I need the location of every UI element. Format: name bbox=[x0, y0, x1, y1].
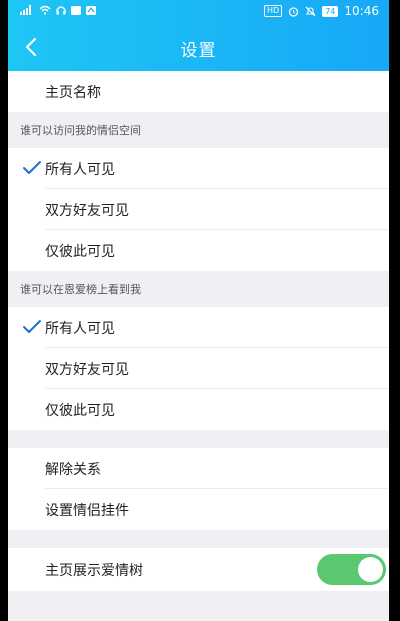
option-label: 双方好友可见 bbox=[45, 202, 129, 219]
page-title: 设置 bbox=[180, 41, 217, 61]
battery-indicator: 74 bbox=[322, 5, 339, 17]
section-gap bbox=[8, 430, 389, 448]
section-gap bbox=[8, 530, 389, 548]
status-left bbox=[20, 5, 96, 15]
headset-icon bbox=[56, 6, 66, 15]
unbind-relationship-row[interactable]: 解除关系 bbox=[8, 448, 389, 489]
ranking-option-mutual-friends[interactable]: 双方好友可见 bbox=[8, 348, 389, 389]
widget-label: 设置情侣挂件 bbox=[45, 502, 129, 519]
ranking-option-only-us[interactable]: 仅彼此可见 bbox=[8, 389, 389, 430]
status-right: HD 74 10:46 bbox=[264, 4, 379, 18]
option-label: 双方好友可见 bbox=[45, 361, 129, 378]
checkmark-icon bbox=[23, 320, 41, 333]
option-label: 仅彼此可见 bbox=[45, 402, 115, 419]
app-notification-icon bbox=[86, 5, 96, 15]
couple-widget-row[interactable]: 设置情侣挂件 bbox=[8, 489, 389, 530]
toggle-knob bbox=[358, 557, 383, 582]
homepage-name-row[interactable]: 主页名称 bbox=[8, 71, 389, 112]
love-tree-label: 主页展示爱情树 bbox=[45, 562, 143, 579]
love-tree-toggle[interactable] bbox=[317, 554, 386, 585]
ranking-option-all[interactable]: 所有人可见 bbox=[8, 307, 389, 348]
ranking-visibility-header: 谁可以在恩爱榜上看到我 bbox=[8, 271, 389, 307]
settings-screen: HD 74 10:46 设置 主页名称 谁可以访问我的情侣空间 所有人可见 双方… bbox=[8, 0, 389, 621]
space-option-mutual-friends[interactable]: 双方好友可见 bbox=[8, 189, 389, 230]
hd-badge: HD bbox=[264, 5, 283, 17]
settings-list: 主页名称 谁可以访问我的情侣空间 所有人可见 双方好友可见 仅彼此可见 谁可以在… bbox=[8, 71, 389, 591]
status-bar: HD 74 10:46 bbox=[8, 0, 389, 24]
message-icon bbox=[71, 5, 81, 15]
signal-icon bbox=[20, 5, 31, 15]
homepage-name-label: 主页名称 bbox=[45, 84, 101, 101]
wifi-icon bbox=[39, 5, 51, 15]
space-visibility-header: 谁可以访问我的情侣空间 bbox=[8, 112, 389, 148]
option-label: 所有人可见 bbox=[45, 320, 115, 337]
space-option-all[interactable]: 所有人可见 bbox=[8, 148, 389, 189]
love-tree-row: 主页展示爱情树 bbox=[8, 548, 389, 591]
alarm-icon bbox=[289, 6, 299, 17]
unbind-label: 解除关系 bbox=[45, 461, 101, 478]
option-label: 仅彼此可见 bbox=[45, 243, 115, 260]
space-option-only-us[interactable]: 仅彼此可见 bbox=[8, 230, 389, 271]
clock: 10:46 bbox=[344, 4, 379, 18]
option-label: 所有人可见 bbox=[45, 161, 115, 178]
checkmark-icon bbox=[23, 161, 41, 174]
mute-icon bbox=[305, 6, 316, 16]
header-bar: HD 74 10:46 设置 bbox=[8, 0, 389, 71]
